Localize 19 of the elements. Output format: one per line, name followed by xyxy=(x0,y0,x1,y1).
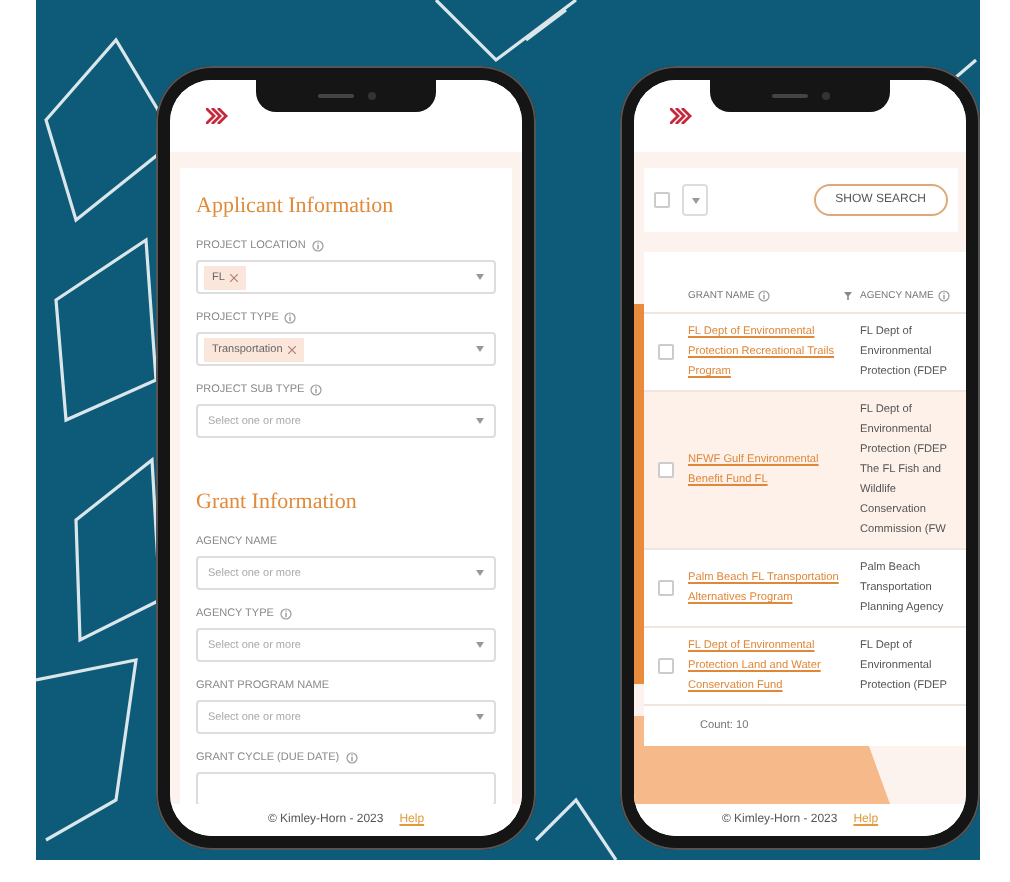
caret-icon xyxy=(691,197,699,203)
remove-icon xyxy=(288,345,297,353)
row-checkbox[interactable] xyxy=(658,658,674,674)
caret-icon xyxy=(476,274,484,280)
caret-icon xyxy=(476,418,484,424)
section-title: Grant Information xyxy=(196,490,359,514)
caret-icon xyxy=(476,346,484,352)
row-checkbox[interactable] xyxy=(658,580,674,596)
caret-icon xyxy=(476,714,484,720)
select-all-checkbox[interactable] xyxy=(654,192,670,208)
dropdown-button[interactable] xyxy=(682,184,708,216)
chevrons-logo-icon xyxy=(206,108,228,124)
caret-icon xyxy=(476,642,484,648)
section-title: Applicant Information xyxy=(196,194,396,218)
remove-icon xyxy=(230,273,239,281)
row-checkbox[interactable] xyxy=(658,344,674,360)
caret-icon xyxy=(476,570,484,576)
chevrons-logo-icon xyxy=(670,108,692,124)
row-checkbox[interactable] xyxy=(658,462,674,478)
